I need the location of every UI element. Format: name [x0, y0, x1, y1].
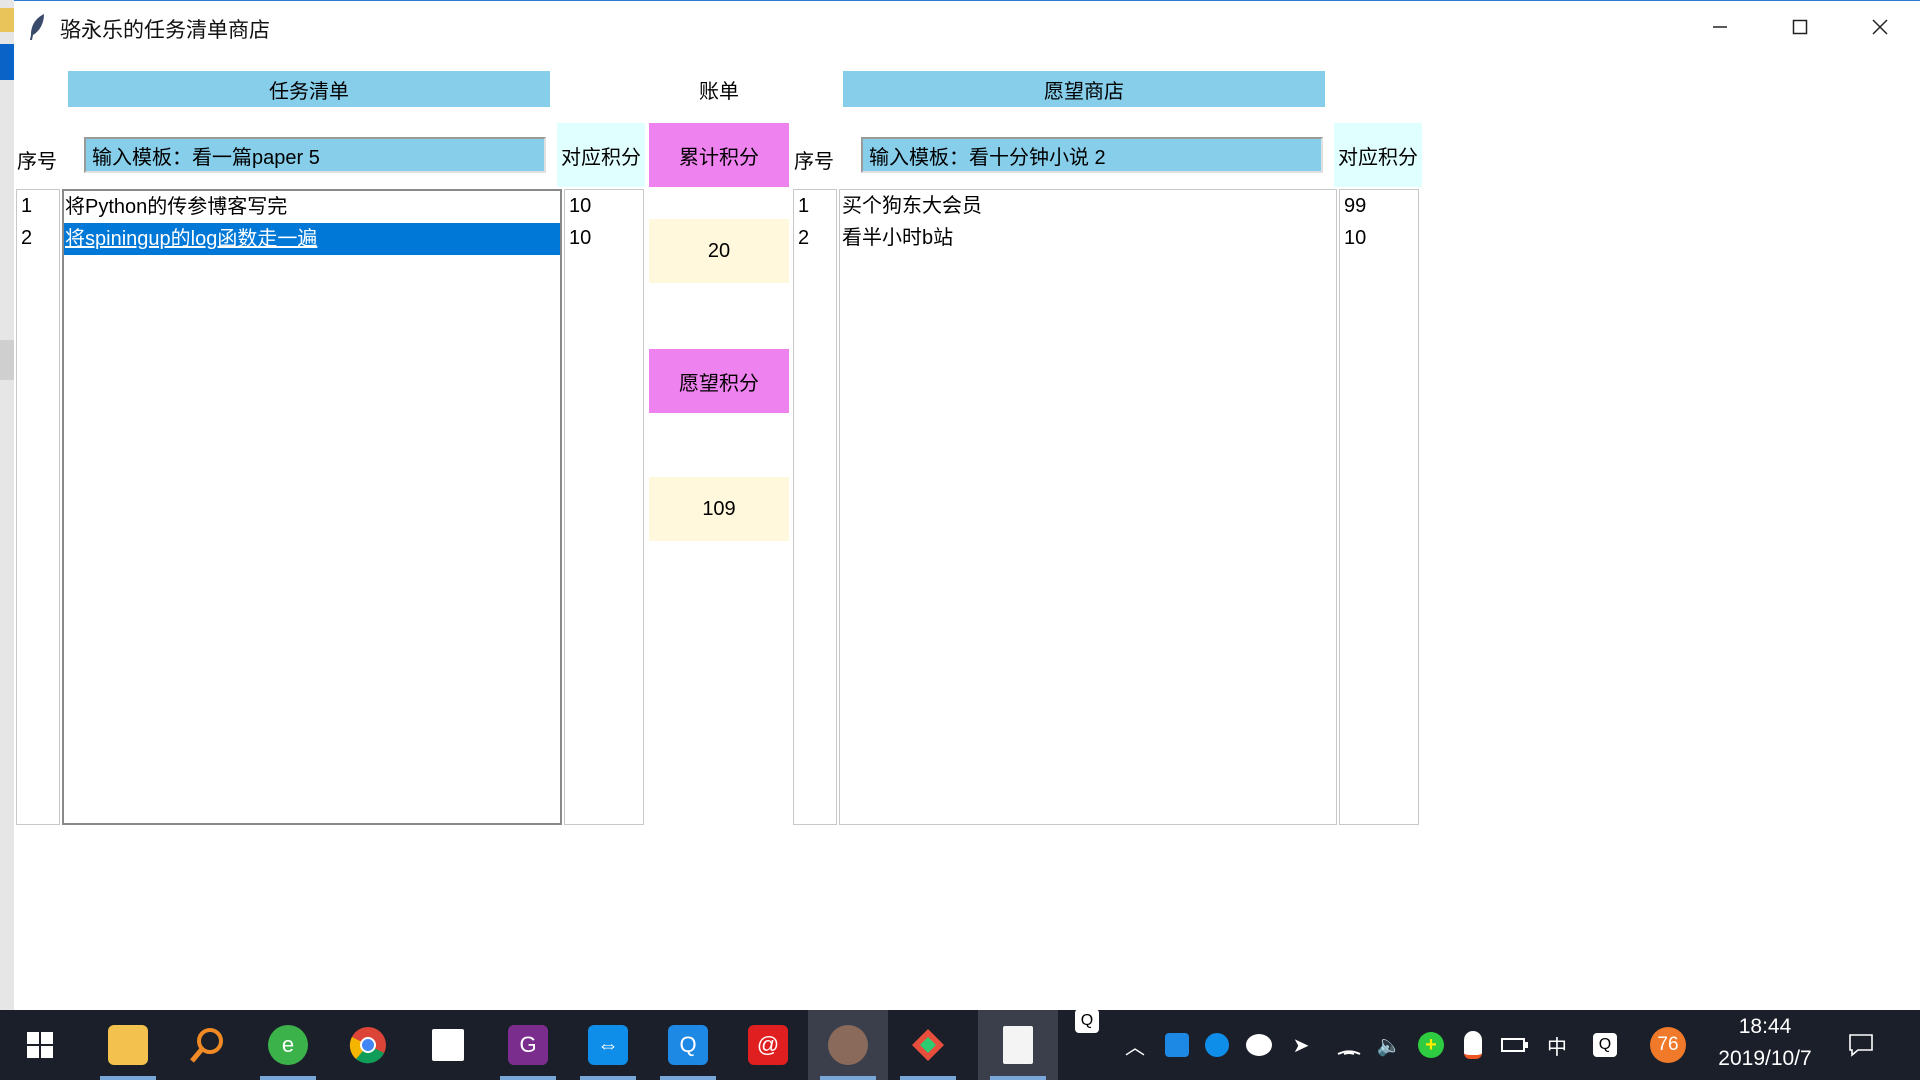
window-title: 骆永乐的任务清单商店: [60, 19, 270, 42]
tray-qq-icon[interactable]: [1456, 1010, 1490, 1080]
taskbar-sticky-notes[interactable]: [408, 1010, 488, 1080]
shop-name-list[interactable]: 买个狗东大会员 看半小时b站: [839, 189, 1337, 825]
taskbar: e G ⇔ Q @ Q ︿ ➤ 🔈 + 中 Q 76: [0, 1009, 1920, 1080]
list-item[interactable]: 1: [17, 190, 59, 222]
windows-icon: [27, 1032, 53, 1058]
taskbar-git-app[interactable]: [888, 1010, 968, 1080]
desktop-edge: [0, 0, 14, 1010]
close-button[interactable]: [1840, 1, 1920, 53]
accumulated-points-value: 20: [649, 219, 789, 283]
diamond-icon: [908, 1025, 948, 1065]
pdf-icon: G: [508, 1025, 548, 1065]
wish-points-label: 愿望积分: [649, 349, 789, 413]
list-item[interactable]: 2: [17, 222, 59, 254]
taskbar-search[interactable]: [168, 1010, 248, 1080]
desktop-edge-highlight: [0, 44, 14, 80]
accumulated-points-label: 累计积分: [649, 123, 789, 187]
document-icon: [1003, 1026, 1033, 1064]
music-icon: @: [748, 1025, 788, 1065]
shop-index-label: 序号: [794, 150, 834, 173]
minimize-button[interactable]: [1680, 1, 1760, 53]
dictionary-icon: Q: [668, 1025, 708, 1065]
floating-q-icon[interactable]: Q: [1072, 1006, 1102, 1036]
taskbar-pdf-editor[interactable]: G: [488, 1010, 568, 1080]
shop-score-list[interactable]: 99 10: [1339, 189, 1419, 825]
note-icon: [432, 1029, 464, 1061]
clock-time[interactable]: 18:44: [1715, 1015, 1815, 1039]
maximize-icon: [1792, 19, 1808, 35]
battery-badge: 76: [1650, 1027, 1686, 1063]
list-item[interactable]: 看半小时b站: [840, 222, 1336, 254]
tray-teamviewer-icon[interactable]: [1200, 1010, 1234, 1080]
shop-index-list[interactable]: 1 2: [793, 189, 837, 825]
desktop-edge-scroll: [0, 340, 14, 380]
maximize-button[interactable]: [1760, 1, 1840, 53]
battery-icon[interactable]: [1498, 1010, 1532, 1080]
tray-expand-icon[interactable]: ︿: [1120, 1010, 1150, 1080]
list-item[interactable]: 将Python的传参博客写完: [64, 191, 560, 223]
shop-input[interactable]: [861, 137, 1323, 173]
shop-score-label: 对应积分: [1334, 123, 1422, 187]
teamviewer-icon: ⇔: [588, 1025, 628, 1065]
task-input[interactable]: [84, 137, 546, 173]
close-icon: [1872, 19, 1888, 35]
desktop-folder-icon: [0, 8, 14, 32]
taskbar-netease-music[interactable]: @: [728, 1010, 808, 1080]
start-button[interactable]: [0, 1010, 80, 1080]
list-item[interactable]: 10: [1340, 222, 1418, 254]
volume-icon[interactable]: 🔈: [1372, 1010, 1406, 1080]
taskbar-blank-document[interactable]: [978, 1010, 1058, 1080]
list-item[interactable]: 1: [794, 190, 836, 222]
minimize-icon: [1713, 26, 1727, 28]
taskbar-teamviewer[interactable]: ⇔: [568, 1010, 648, 1080]
tray-badge-icon[interactable]: 76: [1646, 1010, 1690, 1080]
list-item-selected[interactable]: 将spiningup的log函数走一遍: [64, 223, 560, 255]
avatar-icon: [828, 1025, 868, 1065]
wifi-icon[interactable]: [1332, 1010, 1366, 1080]
tray-q-icon[interactable]: Q: [1588, 1010, 1622, 1080]
tray-wechat-icon[interactable]: [1242, 1010, 1276, 1080]
tray-plus-icon[interactable]: +: [1414, 1010, 1448, 1080]
task-index-label: 序号: [17, 150, 57, 173]
task-list-header: 任务清单: [68, 71, 550, 107]
taskbar-dictionary[interactable]: Q: [648, 1010, 728, 1080]
bill-header: 账单: [699, 80, 739, 103]
ime-indicator[interactable]: 中: [1540, 1010, 1574, 1080]
task-score-list[interactable]: 10 10: [564, 189, 644, 825]
task-score-label: 对应积分: [557, 123, 645, 187]
chrome-icon: [349, 1027, 386, 1064]
folder-icon: [108, 1025, 148, 1065]
notification-icon[interactable]: [1836, 1010, 1886, 1080]
wish-points-value: 109: [649, 477, 789, 541]
list-item[interactable]: 99: [1340, 190, 1418, 222]
browser-icon: e: [268, 1025, 308, 1065]
list-item[interactable]: 2: [794, 222, 836, 254]
taskbar-avatar-app[interactable]: [808, 1010, 888, 1080]
taskbar-chrome[interactable]: [328, 1010, 408, 1080]
taskbar-file-explorer[interactable]: [88, 1010, 168, 1080]
list-item[interactable]: 买个狗东大会员: [840, 190, 1336, 222]
list-item[interactable]: 10: [565, 190, 643, 222]
title-bar[interactable]: 骆永乐的任务清单商店: [14, 1, 1920, 53]
feather-icon: [28, 13, 48, 41]
task-name-list[interactable]: 将Python的传参博客写完 将spiningup的log函数走一遍: [62, 189, 562, 825]
list-item[interactable]: 10: [565, 222, 643, 254]
search-icon: [190, 1028, 223, 1063]
tray-dictionary-icon[interactable]: [1160, 1010, 1194, 1080]
task-index-list[interactable]: 1 2: [16, 189, 60, 825]
wish-shop-header: 愿望商店: [843, 71, 1325, 107]
app-window: 骆永乐的任务清单商店 任务清单 序号 对应积分 1 2 将Python的传参博客…: [14, 0, 1920, 1010]
tray-cursor-icon[interactable]: ➤: [1286, 1010, 1316, 1080]
taskbar-ie-browser[interactable]: e: [248, 1010, 328, 1080]
clock-date[interactable]: 2019/10/7: [1700, 1047, 1830, 1071]
